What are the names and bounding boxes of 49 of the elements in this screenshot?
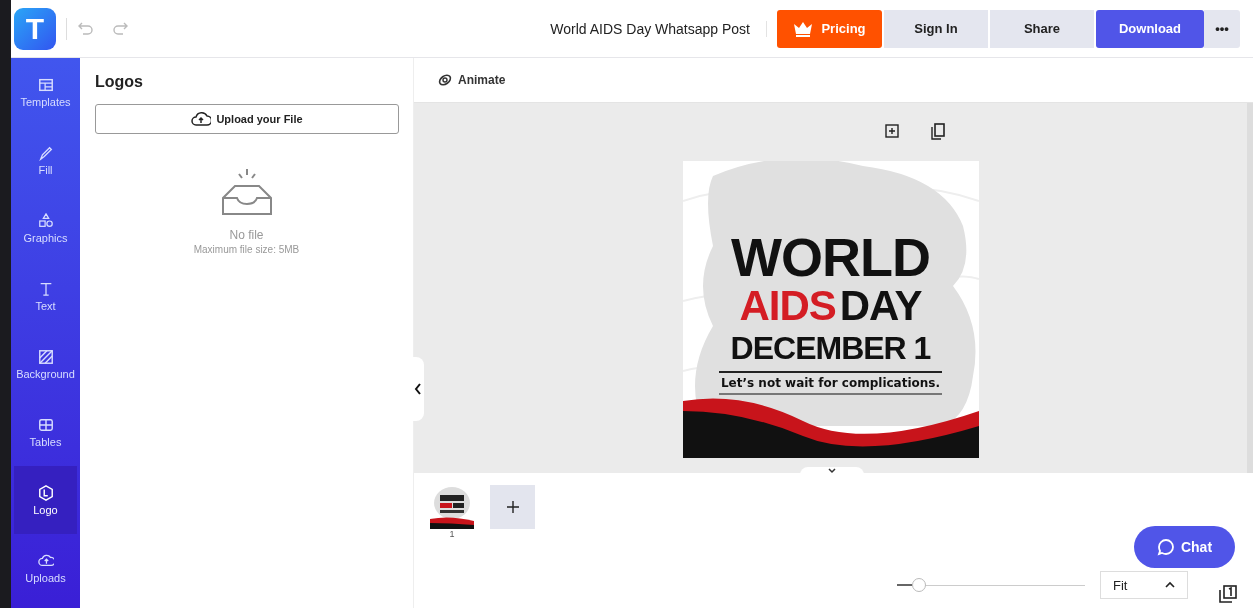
add-page-icon[interactable] [883,123,900,139]
download-button[interactable]: Download [1096,9,1204,48]
hatched-square-icon [37,348,54,365]
sidebar-item[interactable]: Logo [14,466,77,534]
animate-button[interactable]: Animate [438,73,506,87]
speech-bubble-icon [1156,538,1175,556]
chevron-up-icon [1165,581,1175,589]
sidebar-item[interactable]: Fill [14,126,77,194]
chevron-left-icon [414,383,422,395]
zoom-dropdown[interactable]: Fit [1100,571,1188,599]
table-icon [37,416,54,433]
headline-text: AIDS [739,283,836,329]
shapes-icon [37,212,54,229]
chat-button[interactable]: Chat [1134,526,1235,568]
ring-icon [438,73,452,87]
sidebar-item[interactable]: Background [14,330,77,398]
date-text: DECEMBER 1 [730,329,931,367]
layout-icon [37,76,54,93]
slider-thumb[interactable] [912,578,927,592]
collapse-panel-handle[interactable] [412,357,424,421]
sidebar-item[interactable]: Templates [14,58,77,126]
header-button[interactable]: Sign In [884,9,988,48]
crown-icon [793,20,814,37]
upload-button[interactable]: Upload your File [95,104,399,134]
header-button[interactable]: Share [990,9,1094,48]
add-page-button[interactable] [490,485,535,529]
copy-icon[interactable] [929,123,946,141]
app-logo[interactable]: T [14,7,56,50]
headline-text: WORLD [731,231,930,283]
pencil-icon [37,144,54,161]
pages-icon[interactable] [1218,584,1238,604]
tagline-text: Let’s not wait for complications. [718,371,943,395]
sidebar-item[interactable]: Graphics [14,194,77,262]
empty-state-title: No file [229,228,264,242]
cloud-upload-icon [37,552,54,569]
pricing-button[interactable]: Pricing [777,9,882,48]
page-number: 1 [449,529,455,539]
chevron-down-icon [827,467,837,475]
empty-state-hint: Maximum file size: 5MB [193,244,300,255]
headline-text: DAY [839,283,922,329]
panel-title: Logos [95,73,144,91]
plus-icon [505,500,520,514]
sidebar-item[interactable]: Tables [14,398,77,466]
hexagon-icon [37,484,54,501]
sidebar-item[interactable]: Uploads [14,534,77,602]
more-button[interactable]: ••• [1204,9,1240,48]
cloud-upload-icon [191,112,212,126]
document-title: World AIDS Day Whatsapp Post [550,20,767,37]
sidebar-item[interactable]: Text [14,262,77,330]
